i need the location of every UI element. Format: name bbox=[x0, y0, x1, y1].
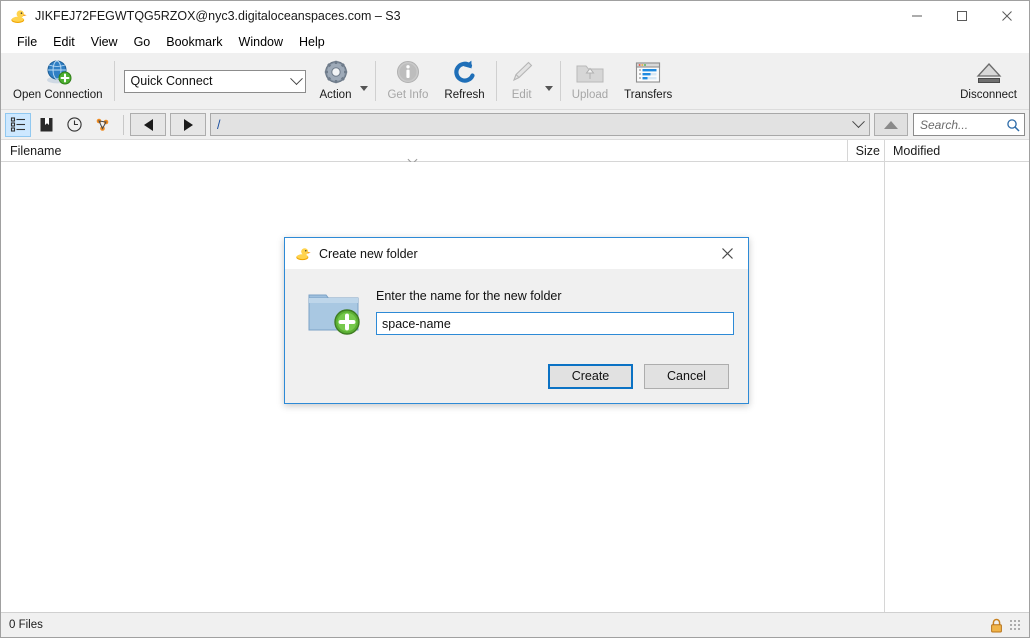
create-new-folder-dialog: Create new folder Enter the name for the… bbox=[284, 237, 749, 404]
chevron-down-icon bbox=[852, 115, 865, 129]
transfers-window-icon bbox=[633, 59, 663, 87]
dialog-prompt-label: Enter the name for the new folder bbox=[376, 289, 562, 303]
search-placeholder: Search... bbox=[920, 117, 969, 132]
status-bar: 0 Files bbox=[1, 612, 1029, 637]
menu-item-window[interactable]: Window bbox=[231, 33, 291, 51]
path-value: / bbox=[217, 117, 221, 132]
edit-dropdown-caret-icon[interactable] bbox=[544, 85, 553, 91]
search-input[interactable]: Search... bbox=[913, 113, 1025, 136]
refresh-button[interactable]: Refresh bbox=[436, 53, 492, 109]
create-button[interactable]: Create bbox=[548, 363, 633, 389]
menu-item-help[interactable]: Help bbox=[291, 33, 333, 51]
chevron-down-icon bbox=[289, 71, 303, 85]
menu-item-go[interactable]: Go bbox=[126, 33, 159, 51]
edit-button[interactable]: Edit bbox=[500, 53, 544, 109]
view-browser-button[interactable] bbox=[5, 112, 31, 137]
duck-icon bbox=[11, 9, 27, 23]
dialog-title-bar: Create new folder bbox=[285, 238, 748, 269]
view-bonjour-button[interactable] bbox=[89, 113, 115, 137]
get-info-label: Get Info bbox=[387, 89, 429, 101]
toolbar-separator bbox=[495, 61, 497, 101]
clock-history-icon bbox=[66, 117, 82, 132]
triangle-right-icon bbox=[183, 118, 193, 131]
open-connection-button[interactable]: Open Connection bbox=[5, 53, 111, 109]
title-bar: JIKFEJ72FEGWTQG5RZOX@nyc3.digitaloceansp… bbox=[1, 1, 1029, 31]
folder-name-value: space-name bbox=[382, 316, 451, 331]
edit-label: Edit bbox=[511, 89, 532, 101]
padlock-icon[interactable] bbox=[990, 618, 1003, 633]
dialog-close-button[interactable] bbox=[706, 238, 748, 269]
toolbar-separator bbox=[113, 61, 115, 101]
column-header-size[interactable]: Size bbox=[847, 140, 884, 161]
globe-plus-icon bbox=[43, 59, 73, 87]
search-icon bbox=[1007, 118, 1020, 132]
maximize-button[interactable] bbox=[939, 1, 984, 31]
toolbar-separator bbox=[375, 61, 377, 101]
bookmark-book-icon bbox=[40, 118, 52, 132]
upload-label: Upload bbox=[571, 89, 609, 101]
refresh-label: Refresh bbox=[444, 89, 485, 101]
window-title: JIKFEJ72FEGWTQG5RZOX@nyc3.digitaloceansp… bbox=[35, 9, 401, 23]
minimize-button[interactable] bbox=[894, 1, 939, 31]
transfers-button[interactable]: Transfers bbox=[616, 53, 680, 109]
main-toolbar: Open Connection Quick Connect Action Get… bbox=[1, 53, 1029, 110]
disconnect-button[interactable]: Disconnect bbox=[952, 53, 1025, 109]
new-folder-icon bbox=[308, 294, 360, 335]
column-header-row: Filename Size Modified bbox=[1, 140, 1029, 165]
close-button[interactable] bbox=[984, 1, 1029, 31]
triangle-left-icon bbox=[143, 118, 153, 131]
window-controls bbox=[894, 1, 1029, 31]
navigation-bar: / Search... bbox=[1, 110, 1029, 140]
file-list-meta-column bbox=[885, 162, 1029, 612]
menu-item-edit[interactable]: Edit bbox=[45, 33, 83, 51]
file-count-label: 0 Files bbox=[9, 619, 43, 631]
transfers-label: Transfers bbox=[624, 89, 673, 101]
menu-item-bookmark[interactable]: Bookmark bbox=[158, 33, 230, 51]
menu-item-file[interactable]: File bbox=[9, 33, 45, 51]
info-icon bbox=[394, 59, 422, 87]
view-bookmarks-button[interactable] bbox=[33, 113, 59, 137]
dialog-footer: Create Cancel bbox=[285, 349, 748, 403]
menu-item-view[interactable]: View bbox=[83, 33, 126, 51]
quick-connect-value: Quick Connect bbox=[130, 74, 213, 88]
column-header-modified[interactable]: Modified bbox=[884, 140, 1029, 161]
browser-list-icon bbox=[10, 117, 25, 132]
resize-grip-icon[interactable] bbox=[1009, 619, 1021, 631]
up-directory-button[interactable] bbox=[874, 113, 908, 136]
toolbar-separator bbox=[559, 61, 561, 101]
open-connection-label: Open Connection bbox=[13, 89, 103, 101]
disconnect-label: Disconnect bbox=[960, 89, 1017, 101]
eject-icon bbox=[974, 59, 1004, 87]
forward-button[interactable] bbox=[170, 113, 206, 136]
pencil-icon bbox=[508, 59, 536, 87]
upload-button[interactable]: Upload bbox=[564, 53, 616, 109]
triangle-up-icon bbox=[884, 120, 898, 129]
duck-icon bbox=[296, 247, 311, 260]
action-button[interactable]: Action bbox=[312, 53, 360, 109]
dialog-title: Create new folder bbox=[319, 246, 418, 261]
action-dropdown-caret-icon[interactable] bbox=[360, 85, 369, 91]
folder-name-input[interactable]: space-name bbox=[376, 312, 734, 335]
back-button[interactable] bbox=[130, 113, 166, 136]
nav-separator bbox=[123, 114, 124, 135]
upload-folder-icon bbox=[575, 59, 605, 87]
view-history-button[interactable] bbox=[61, 113, 87, 137]
path-combobox[interactable]: / bbox=[210, 113, 870, 136]
gear-icon bbox=[322, 59, 350, 87]
refresh-icon bbox=[451, 59, 479, 87]
bonjour-icon bbox=[96, 118, 108, 131]
cyberduck-window: JIKFEJ72FEGWTQG5RZOX@nyc3.digitaloceansp… bbox=[0, 0, 1030, 638]
get-info-button[interactable]: Get Info bbox=[379, 53, 436, 109]
dialog-fields: Enter the name for the new folder space-… bbox=[368, 283, 734, 349]
dialog-icon-area bbox=[306, 283, 368, 349]
quick-connect-combobox[interactable]: Quick Connect bbox=[123, 69, 306, 93]
dialog-body: Enter the name for the new folder space-… bbox=[285, 269, 748, 349]
action-label: Action bbox=[319, 89, 352, 101]
menu-bar: File Edit View Go Bookmark Window Help bbox=[1, 31, 1029, 53]
column-header-filename[interactable]: Filename bbox=[1, 140, 847, 161]
cancel-button[interactable]: Cancel bbox=[644, 363, 729, 389]
